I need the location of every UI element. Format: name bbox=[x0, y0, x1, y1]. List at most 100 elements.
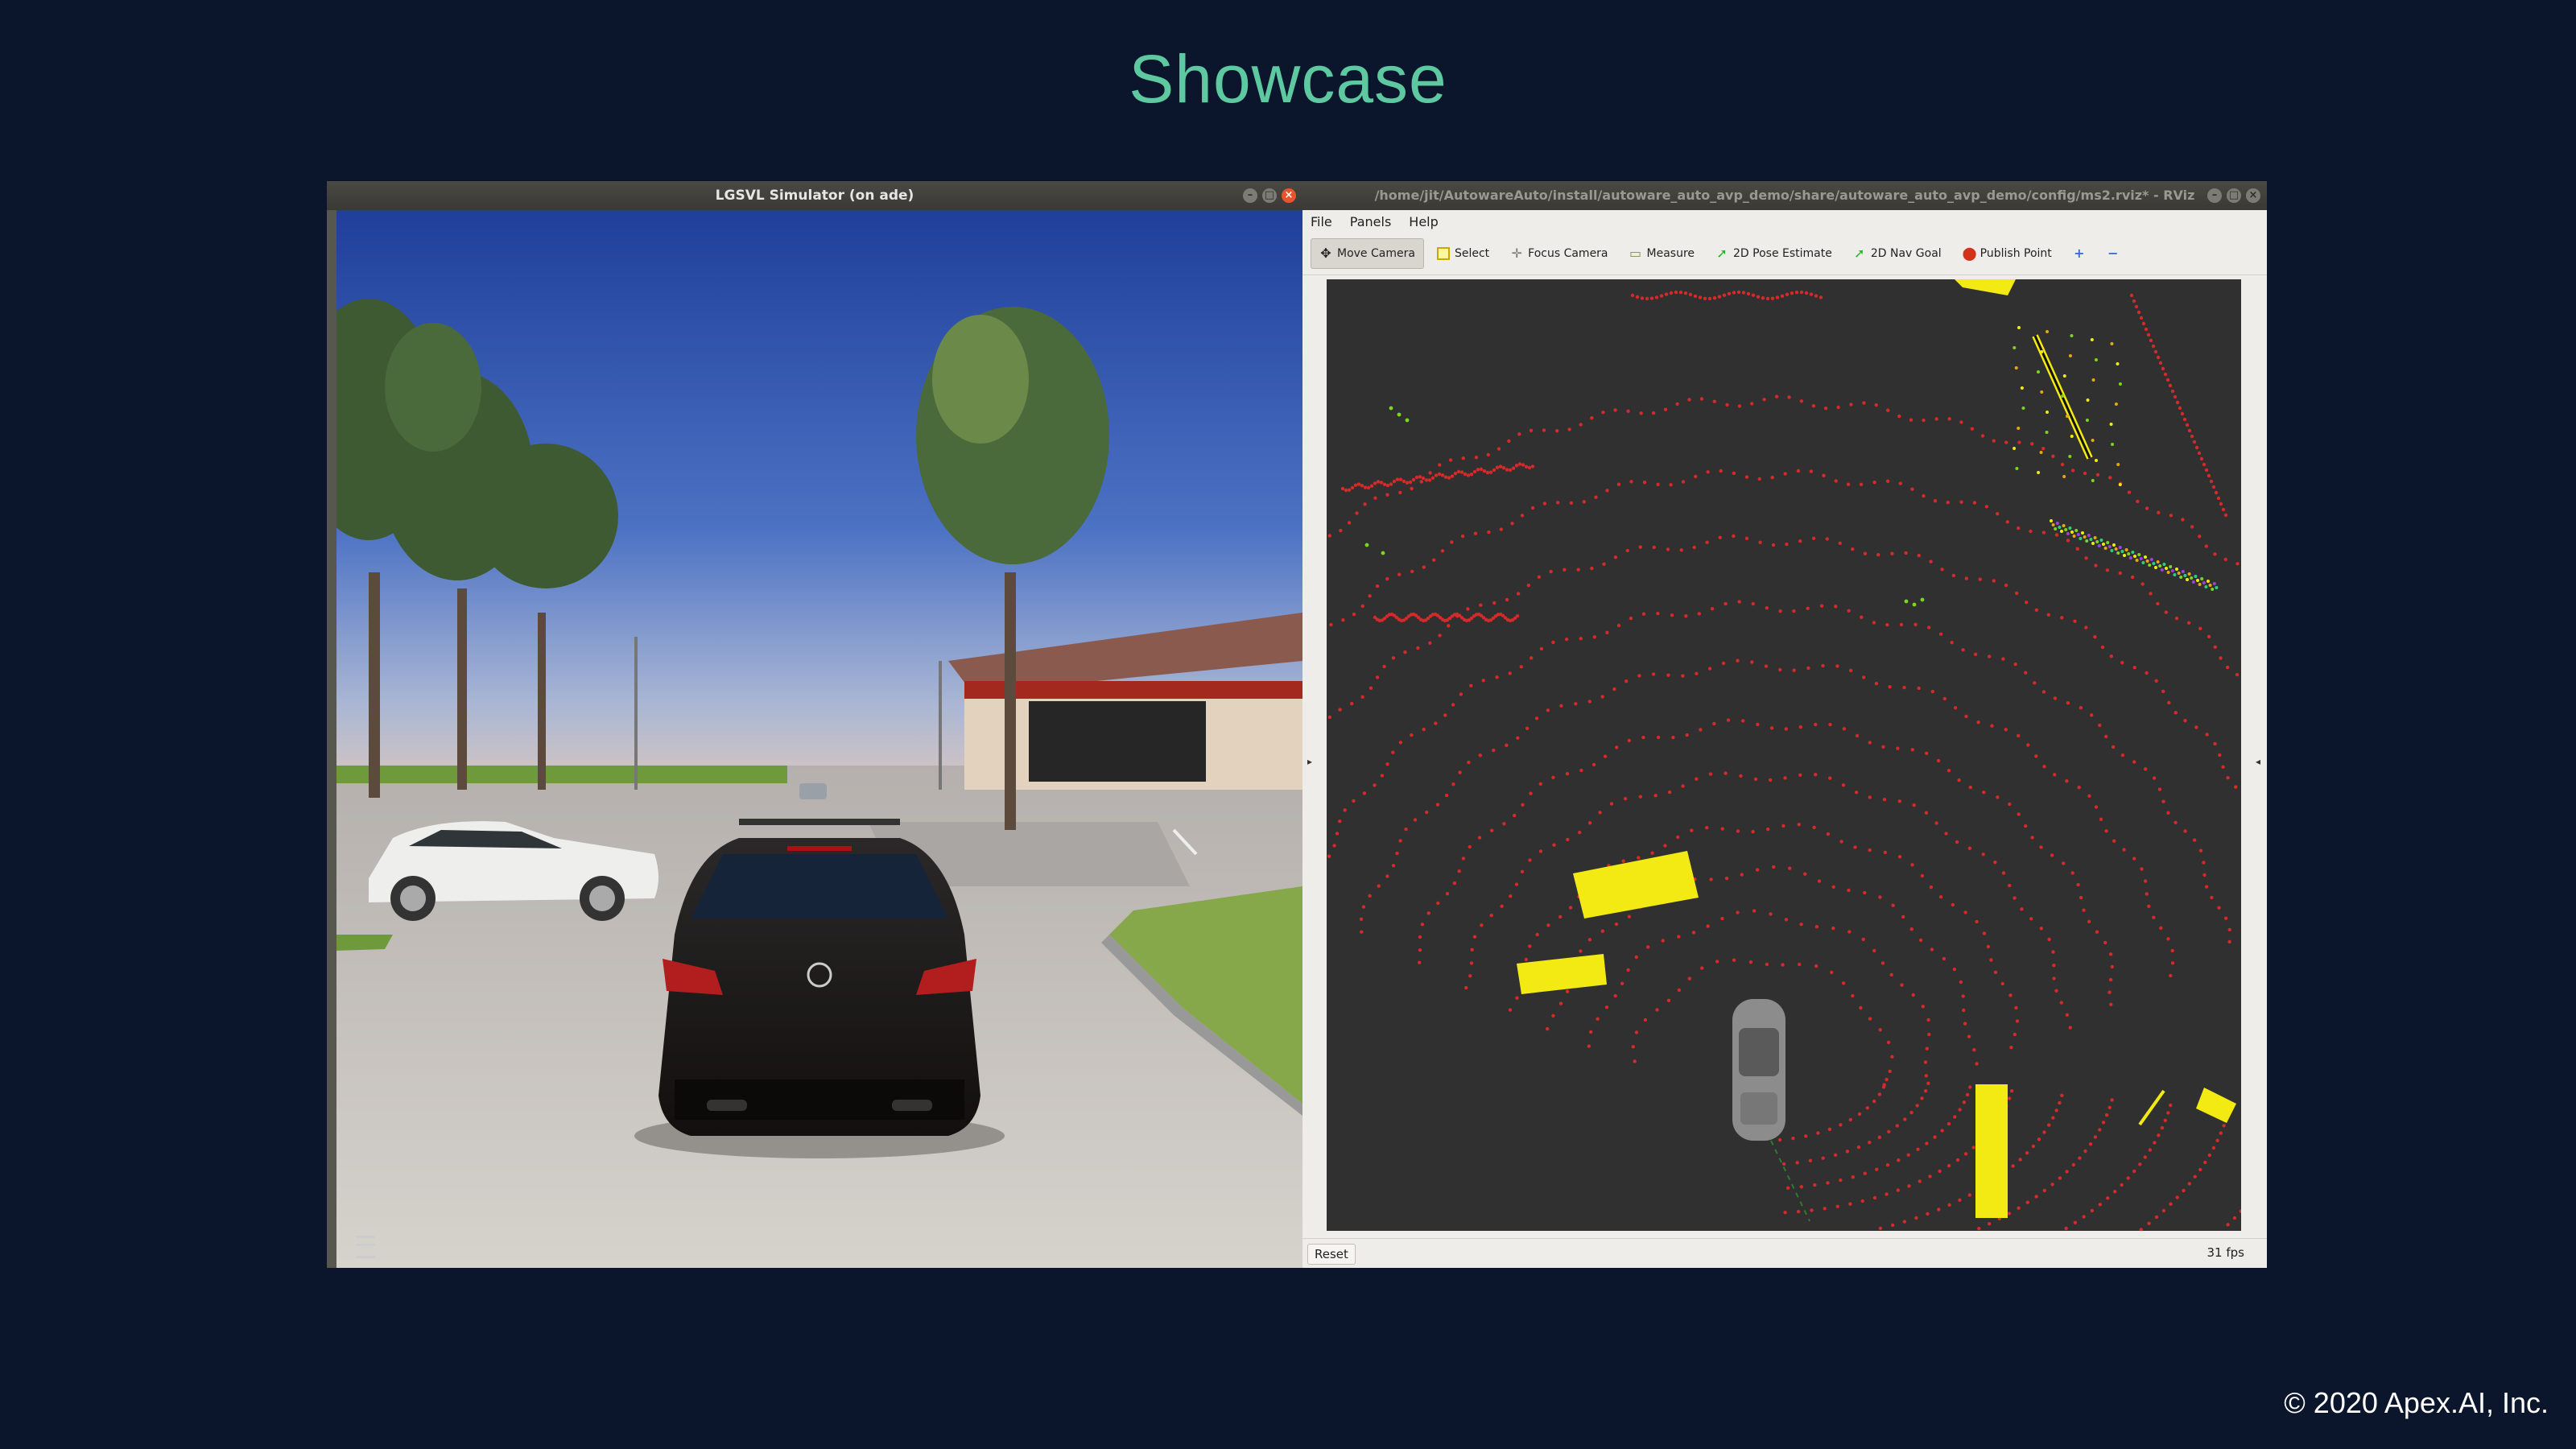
lidar-point bbox=[1912, 803, 1916, 807]
lidar-point bbox=[2070, 871, 2074, 875]
menu-panels[interactable]: Panels bbox=[1350, 214, 1392, 229]
lidar-point bbox=[2031, 1144, 2036, 1149]
lidar-point bbox=[1529, 791, 1533, 795]
minimize-icon[interactable]: – bbox=[1243, 188, 1257, 203]
lidar-point bbox=[1421, 476, 1426, 481]
lgsvl-titlebar[interactable]: LGSVL Simulator (on ade) – □ × bbox=[327, 181, 1302, 210]
lidar-point bbox=[2132, 857, 2136, 861]
maximize-icon[interactable]: □ bbox=[2227, 188, 2241, 203]
lidar-point bbox=[1732, 534, 1736, 539]
lidar-point bbox=[1667, 790, 1672, 795]
lidar-point bbox=[1724, 876, 1729, 881]
lidar-point bbox=[1825, 537, 1829, 541]
select-button[interactable]: Select bbox=[1429, 239, 1497, 268]
lidar-point bbox=[1451, 703, 1455, 707]
add-tool-button[interactable]: + bbox=[2065, 239, 2094, 268]
lidar-point bbox=[1707, 296, 1712, 301]
measure-icon: ▭ bbox=[1629, 246, 1642, 261]
lidar-point bbox=[1953, 706, 1958, 710]
lidar-point bbox=[1862, 401, 1866, 405]
remove-tool-button[interactable]: − bbox=[2099, 239, 2128, 268]
lidar-point bbox=[1427, 478, 1432, 482]
rviz-window-controls: – □ × bbox=[2207, 188, 2260, 203]
lidar-point bbox=[1996, 512, 2000, 516]
lidar-point bbox=[1933, 499, 1938, 503]
lidar-point bbox=[1664, 292, 1669, 296]
simulator-viewport[interactable] bbox=[336, 210, 1302, 1268]
detected-object bbox=[1517, 954, 1607, 994]
focus-camera-button[interactable]: ✛ Focus Camera bbox=[1502, 239, 1616, 268]
lidar-point bbox=[1459, 470, 1464, 474]
lidar-point bbox=[1812, 825, 1816, 830]
lidar-point bbox=[1816, 1131, 1820, 1135]
lidar-point bbox=[1422, 727, 1426, 732]
measure-button[interactable]: ▭ Measure bbox=[1621, 239, 1703, 268]
close-icon[interactable]: × bbox=[2246, 188, 2260, 203]
lidar-point bbox=[2187, 1182, 2191, 1186]
right-panel-handle[interactable]: ◂ bbox=[2251, 275, 2267, 1237]
lidar-point bbox=[1592, 635, 1596, 639]
lidar-point bbox=[1964, 714, 1968, 719]
rviz-3d-viewport[interactable] bbox=[1327, 279, 2243, 1232]
nav-goal-button[interactable]: ➚ 2D Nav Goal bbox=[1845, 239, 1950, 268]
lidar-point bbox=[1740, 873, 1744, 877]
lidar-point bbox=[2226, 776, 2230, 780]
rviz-titlebar[interactable]: /home/jit/AutowareAuto/install/autoware_… bbox=[1302, 181, 2267, 210]
lidar-point bbox=[1460, 534, 1465, 539]
move-camera-button[interactable]: ✥ Move Camera bbox=[1311, 238, 1424, 269]
close-icon[interactable]: × bbox=[1282, 188, 1296, 203]
maximize-icon[interactable]: □ bbox=[1262, 188, 1277, 203]
publish-point-button[interactable]: ⬤ Publish Point bbox=[1955, 239, 2060, 268]
lidar-point bbox=[1851, 993, 1855, 998]
simulator-menu-icon[interactable] bbox=[356, 1236, 375, 1258]
lidar-point bbox=[1693, 294, 1698, 299]
menu-file[interactable]: File bbox=[1311, 214, 1332, 229]
lidar-point bbox=[1641, 612, 1646, 616]
lidar-point bbox=[1923, 1089, 1928, 1093]
lidar-point bbox=[2037, 471, 2041, 474]
lidar-point bbox=[1799, 290, 1804, 295]
lidar-point bbox=[2187, 428, 2192, 433]
lidar-point bbox=[1910, 863, 1914, 867]
lidar-point bbox=[1765, 606, 1769, 610]
left-panel-handle[interactable]: ▸ bbox=[1302, 275, 1319, 1237]
lidar-point bbox=[2219, 502, 2223, 506]
lidar-point bbox=[1507, 439, 1511, 444]
lidar-point bbox=[1784, 727, 1788, 731]
lidar-point bbox=[1888, 685, 1892, 689]
lidar-point bbox=[1748, 960, 1753, 964]
lidar-point bbox=[1613, 408, 1617, 412]
lidar-point bbox=[1461, 857, 1466, 861]
lidar-point bbox=[1392, 479, 1397, 484]
pose-estimate-button[interactable]: ➚ 2D Pose Estimate bbox=[1707, 239, 1840, 268]
lidar-point bbox=[2180, 411, 2185, 416]
lidar-point bbox=[1655, 1008, 1659, 1012]
lidar-point bbox=[2024, 824, 2028, 828]
lidar-point bbox=[1814, 925, 1819, 929]
lidar-point bbox=[1631, 1045, 1635, 1049]
reset-button[interactable]: Reset bbox=[1307, 1244, 1356, 1265]
lidar-point bbox=[2217, 906, 2221, 910]
lidar-point bbox=[1360, 695, 1364, 699]
lidar-point bbox=[1380, 774, 1385, 778]
lidar-point bbox=[1819, 604, 1824, 608]
lidar-point bbox=[2041, 690, 2046, 694]
rviz-window-title: /home/jit/AutowareAuto/install/autoware_… bbox=[1374, 188, 2195, 203]
menu-help[interactable]: Help bbox=[1409, 214, 1438, 229]
lidar-point bbox=[2181, 518, 2185, 522]
lidar-point bbox=[1924, 811, 1929, 815]
lidar-point bbox=[1963, 1152, 1968, 1156]
lidar-point bbox=[1724, 771, 1728, 775]
minimize-icon[interactable]: – bbox=[2207, 188, 2222, 203]
lidar-point bbox=[2139, 1228, 2143, 1232]
lidar-point bbox=[2107, 1105, 2112, 1110]
lidar-point bbox=[1382, 664, 1386, 669]
lidar-point bbox=[2223, 916, 2228, 920]
lidar-point bbox=[1649, 296, 1654, 300]
lidar-point bbox=[2047, 937, 2051, 942]
lidar-point bbox=[2099, 817, 2103, 821]
lidar-point bbox=[1694, 474, 1698, 479]
lidar-point bbox=[2114, 547, 2118, 551]
lidar-point bbox=[1459, 692, 1463, 696]
lidar-point bbox=[2062, 861, 2066, 865]
